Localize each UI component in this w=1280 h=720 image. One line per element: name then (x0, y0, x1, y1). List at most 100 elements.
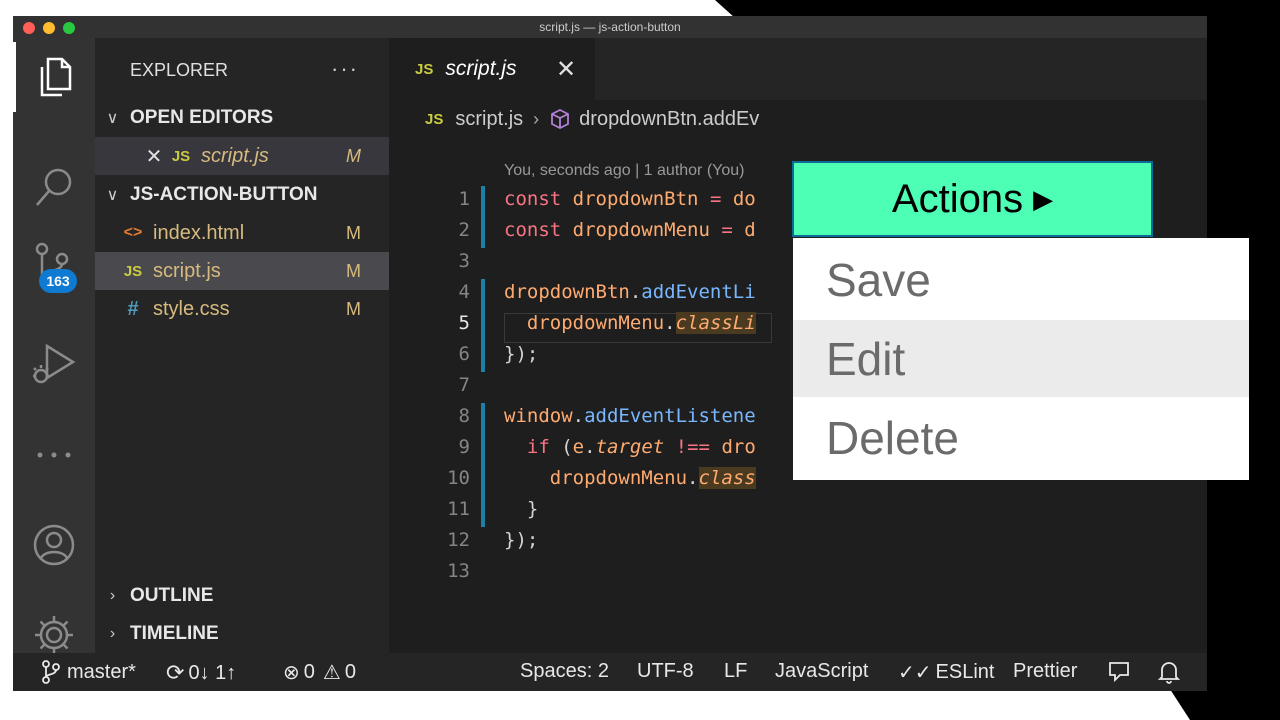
status-bar: master* ⟳ 0↓ 1↑ ⊗ 0 ⚠ 0 Spaces: 2 UTF-8 … (13, 653, 1207, 691)
line-number: 11 (447, 498, 470, 520)
actions-dropdown-menu: Save Edit Delete (793, 238, 1249, 480)
chevron-right-icon: › (533, 108, 540, 129)
modified-badge: M (346, 260, 361, 281)
feedback-button[interactable] (1107, 660, 1131, 684)
file-name: script.js (153, 259, 221, 282)
editor-tabs: JS script.js ✕ (390, 38, 1207, 100)
menu-item-delete[interactable]: Delete (793, 398, 1249, 478)
close-icon[interactable]: ✕ (556, 55, 576, 84)
js-file-icon: JS (415, 60, 434, 78)
open-editors-section[interactable]: ∨ OPEN EDITORS (95, 102, 389, 134)
file-name: index.html (153, 221, 245, 244)
warning-icon: ⚠ (322, 662, 341, 684)
modified-badge: M (346, 222, 361, 243)
open-editors-label: OPEN EDITORS (130, 107, 274, 128)
js-file-icon: JS (123, 262, 143, 280)
js-file-icon: JS (425, 110, 444, 128)
git-modified-marker (481, 403, 485, 527)
chevron-down-icon: ∨ (106, 110, 119, 127)
css-file-icon: # (127, 297, 139, 320)
line-number: 8 (458, 405, 470, 427)
line-number: 3 (458, 250, 470, 272)
project-section[interactable]: ∨ JS-ACTION-BUTTON (95, 179, 389, 211)
branch-name: master* (67, 660, 136, 683)
tab-script-js[interactable]: JS script.js ✕ (390, 38, 595, 100)
eslint-status[interactable]: ✓✓ ESLint (898, 660, 994, 685)
timeline-section[interactable]: › TIMELINE (95, 618, 389, 650)
more-activity[interactable] (13, 420, 95, 490)
language-mode[interactable]: JavaScript (775, 660, 868, 683)
source-control-activity[interactable]: 163 (13, 230, 95, 300)
run-debug-activity[interactable] (13, 330, 95, 400)
activity-bar: 163 (13, 38, 95, 654)
code-line[interactable]: }); (504, 529, 772, 551)
line-number: 4 (458, 281, 470, 303)
outline-label: OUTLINE (130, 585, 214, 606)
code-line[interactable]: const dropdownBtn = do (504, 188, 772, 210)
chevron-right-icon: › (109, 587, 116, 604)
notifications-button[interactable] (1158, 660, 1180, 684)
problems-indicator[interactable]: ⊗ 0 ⚠ 0 (283, 660, 356, 685)
modified-badge: M (346, 145, 361, 166)
code-line[interactable]: dropdownMenu.classLi (504, 312, 772, 334)
accounts-activity[interactable] (13, 510, 95, 580)
warning-count: 0 (344, 661, 356, 683)
file-item-style-css[interactable]: # style.css M (95, 290, 389, 328)
error-icon: ⊗ (283, 662, 300, 684)
project-label: JS-ACTION-BUTTON (130, 184, 318, 205)
file-item-index-html[interactable]: <> index.html M (95, 214, 389, 252)
eol-setting[interactable]: LF (724, 660, 747, 683)
double-check-icon: ✓✓ (898, 662, 932, 684)
eslint-label: ESLint (935, 661, 995, 683)
search-activity[interactable] (13, 152, 95, 222)
outline-section[interactable]: › OUTLINE (95, 580, 389, 612)
files-icon (40, 57, 72, 97)
open-editor-item[interactable]: ✕ JS script.js M (95, 137, 389, 175)
breadcrumb-symbol[interactable]: dropdownBtn.addEv (579, 108, 759, 131)
menu-item-edit[interactable]: Edit (793, 320, 1249, 397)
close-icon[interactable]: ✕ (140, 144, 168, 169)
git-branch-icon (42, 660, 60, 684)
code-line[interactable]: dropdownBtn.addEventLi (504, 281, 772, 303)
caret-right-icon: ▶ (1033, 183, 1054, 214)
codelens-blame[interactable]: You, seconds ago | 1 author (You) (504, 162, 744, 180)
menu-item-save[interactable]: Save (793, 240, 1249, 320)
more-actions-icon[interactable]: ··· (331, 56, 359, 82)
line-number: 13 (447, 560, 470, 582)
branch-indicator[interactable]: master* (41, 660, 136, 684)
explorer-title: EXPLORER (130, 60, 229, 80)
code-line[interactable]: }); (504, 343, 772, 365)
sync-indicator[interactable]: ⟳ 0↓ 1↑ (166, 660, 236, 686)
indentation-setting[interactable]: Spaces: 2 (520, 660, 609, 683)
timeline-label: TIMELINE (130, 623, 219, 644)
breadcrumb-file[interactable]: script.js (455, 108, 523, 131)
explorer-activity[interactable] (13, 42, 95, 112)
sync-counts: 0↓ 1↑ (188, 661, 237, 684)
account-icon (33, 524, 75, 566)
actions-dropdown-button[interactable]: Actions ▶ (792, 161, 1153, 237)
git-modified-marker (481, 279, 485, 372)
file-item-script-js[interactable]: JS script.js M (95, 252, 389, 290)
line-number: 5 (458, 312, 470, 334)
code-line[interactable]: if (e.target !== dro (504, 436, 772, 458)
actions-label: Actions (891, 176, 1024, 221)
open-editor-name: script.js (201, 144, 269, 167)
line-number: 6 (458, 343, 470, 365)
prettier-status[interactable]: Prettier (1013, 660, 1077, 683)
encoding-setting[interactable]: UTF-8 (637, 660, 694, 683)
sync-icon: ⟳ (166, 660, 185, 685)
method-cube-icon (551, 108, 570, 130)
js-file-icon: JS (171, 147, 191, 165)
git-modified-marker (481, 186, 485, 248)
code-line[interactable]: } (504, 498, 772, 520)
bell-icon (1158, 662, 1180, 684)
code-line[interactable]: const dropdownMenu = d (504, 219, 772, 241)
tab-label: script.js (445, 57, 517, 80)
line-number: 12 (447, 529, 470, 551)
feedback-icon (1109, 662, 1129, 683)
code-line[interactable]: dropdownMenu.class (504, 467, 772, 489)
code-line[interactable]: window.addEventListene (504, 405, 772, 427)
breadcrumb: JS script.js › dropdownBtn.addEv (425, 106, 759, 132)
file-name: style.css (153, 297, 230, 320)
more-icon (37, 452, 71, 458)
